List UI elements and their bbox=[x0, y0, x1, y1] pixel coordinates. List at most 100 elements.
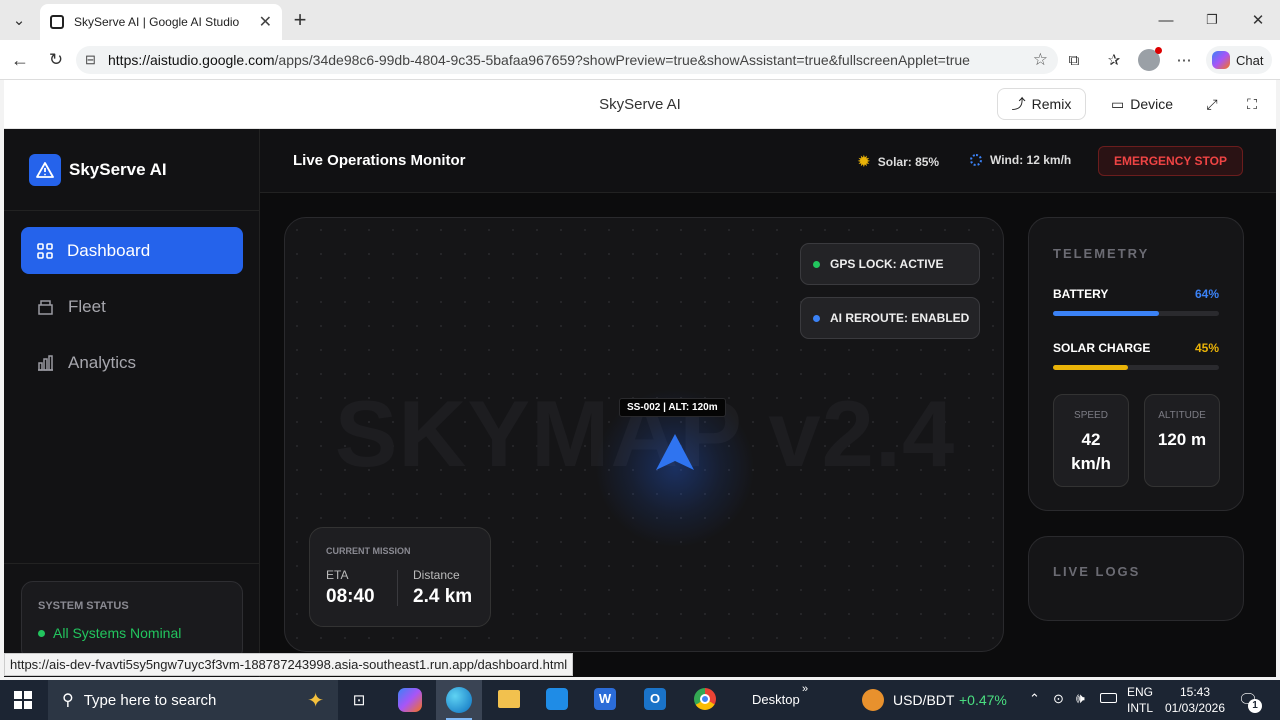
copilot-icon bbox=[1212, 51, 1230, 69]
browser-tab-bar: ⌄ SkyServe AI | Google AI Studio ✕ + — ❐… bbox=[0, 0, 1280, 40]
emergency-stop-button[interactable]: EMERGENCY STOP bbox=[1098, 146, 1243, 176]
battery-bar-track bbox=[1053, 311, 1219, 316]
gps-lock-text: GPS LOCK: ACTIVE bbox=[830, 257, 944, 271]
solar-indicator: ✹ Solar: 85% bbox=[858, 153, 939, 170]
wind-indicator: Wind: 12 km/h bbox=[970, 153, 1071, 167]
reload-icon[interactable]: ↻ bbox=[44, 48, 68, 72]
volume-icon[interactable]: 🕪 bbox=[1076, 690, 1085, 707]
edge-icon bbox=[446, 687, 472, 713]
favorite-star-icon[interactable]: ☆ bbox=[1033, 50, 1048, 70]
speed-value: 42 bbox=[1081, 430, 1101, 449]
file-explorer-icon[interactable] bbox=[498, 690, 520, 708]
tab-list-chevron-icon[interactable]: ⌄ bbox=[6, 8, 32, 32]
status-dot-icon bbox=[38, 629, 45, 637]
ai-studio-favicon-icon bbox=[50, 15, 64, 29]
tab-close-icon[interactable]: ✕ bbox=[259, 12, 272, 32]
currency-pair[interactable]: USD/BDT bbox=[893, 692, 954, 708]
currency-change: +0.47% bbox=[959, 692, 1007, 708]
toolbar-overflow-icon[interactable]: » bbox=[802, 683, 808, 695]
sidebar-divider bbox=[4, 563, 260, 564]
dashboard-grid-icon bbox=[37, 242, 53, 259]
sidebar-item-dashboard[interactable]: Dashboard bbox=[21, 227, 243, 274]
edge-taskbar-button[interactable] bbox=[436, 680, 482, 720]
distance-value: 2.4 km bbox=[413, 586, 473, 607]
word-icon[interactable]: W bbox=[594, 688, 616, 710]
remix-icon: ⤴ bbox=[1011, 96, 1026, 112]
windows-taskbar: ⚲ Type here to search ✦ ⊡ W O Desktop » … bbox=[0, 680, 1280, 720]
distance-label: Distance bbox=[413, 568, 460, 582]
fullscreen-icon[interactable]: ⛶ bbox=[1240, 88, 1264, 120]
resize-icon[interactable]: ⤢ bbox=[1200, 88, 1224, 120]
telemetry-title: TELEMETRY bbox=[1053, 246, 1150, 261]
browser-tab[interactable]: SkyServe AI | Google AI Studio ✕ bbox=[40, 4, 282, 40]
browser-toolbar: ← ↻ ⊟ https://aistudio.google.com/apps/3… bbox=[0, 40, 1280, 80]
telemetry-panel: TELEMETRY BATTERY 64% SOLAR CHARGE 45% S… bbox=[1028, 217, 1244, 511]
clock[interactable]: 15:43 01/03/2026 bbox=[1162, 684, 1228, 716]
profile-avatar-icon[interactable] bbox=[1138, 47, 1162, 71]
live-map[interactable]: SKYMAP v2.4 GPS LOCK: ACTIVE AI REROUTE:… bbox=[284, 217, 1004, 652]
windows-start-icon[interactable] bbox=[14, 691, 32, 709]
top-bar: Live Operations Monitor ✹ Solar: 85% Win… bbox=[260, 129, 1276, 193]
minimize-icon[interactable]: — bbox=[1152, 6, 1180, 34]
sidebar-item-label: Fleet bbox=[68, 296, 106, 316]
search-placeholder: Type here to search bbox=[83, 691, 217, 709]
gps-lock-badge: GPS LOCK: ACTIVE bbox=[800, 243, 980, 285]
live-logs-panel[interactable]: LIVE LOGS bbox=[1028, 536, 1244, 621]
taskbar-search-box[interactable]: ⚲ Type here to search ✦ bbox=[48, 680, 338, 720]
close-window-icon[interactable]: ✕ bbox=[1244, 6, 1272, 34]
device-button[interactable]: ▭ Device bbox=[1102, 88, 1182, 120]
currency-coins-icon bbox=[862, 689, 884, 711]
ai-studio-header: SkyServe AI ⤴ Remix ▭ Device ⤢ ⛶ bbox=[4, 80, 1276, 129]
brand-name: SkyServe AI bbox=[69, 160, 167, 179]
copilot-chat-button[interactable]: Chat bbox=[1206, 46, 1272, 74]
store-icon[interactable] bbox=[546, 688, 568, 710]
ai-reroute-text: AI REROUTE: ENABLED bbox=[830, 311, 970, 325]
new-tab-plus-icon[interactable]: + bbox=[288, 7, 312, 32]
mission-divider bbox=[397, 570, 398, 606]
url-host: https://aistudio.google.com bbox=[108, 52, 275, 68]
input-language[interactable]: ENG INTL bbox=[1127, 684, 1153, 716]
camera-tray-icon[interactable]: ⊙ bbox=[1053, 691, 1064, 707]
sidebar: SkyServe AI Dashboard Fleet Analytics SY… bbox=[4, 129, 260, 677]
back-arrow-icon[interactable]: ← bbox=[8, 48, 32, 72]
current-mission-card: CURRENT MISSION ETA 08:40 Distance 2.4 k… bbox=[309, 527, 491, 627]
outlook-icon[interactable]: O bbox=[644, 688, 666, 710]
fleet-box-icon bbox=[38, 299, 53, 315]
solar-charge-label: SOLAR CHARGE bbox=[1053, 341, 1151, 355]
solar-bar-track bbox=[1053, 365, 1219, 370]
restore-icon[interactable]: ❐ bbox=[1198, 6, 1226, 34]
drone-arrow-icon[interactable] bbox=[654, 432, 696, 472]
solar-bar-fill bbox=[1053, 365, 1128, 370]
remix-button[interactable]: ⤴ Remix bbox=[997, 88, 1086, 120]
system-status-value: All Systems Nominal bbox=[53, 625, 182, 641]
copilot-taskbar-icon[interactable] bbox=[398, 688, 422, 712]
sidebar-item-analytics[interactable]: Analytics bbox=[21, 339, 243, 386]
altitude-card: ALTITUDE 120 m bbox=[1144, 394, 1220, 487]
eta-value: 08:40 bbox=[326, 586, 375, 607]
chat-label: Chat bbox=[1236, 52, 1264, 68]
clock-date: 01/03/2026 bbox=[1164, 701, 1226, 715]
notification-count-badge: 1 bbox=[1248, 699, 1262, 713]
task-view-icon[interactable]: ⊡ bbox=[346, 688, 372, 712]
address-bar[interactable]: ⊟ https://aistudio.google.com/apps/34de9… bbox=[76, 46, 1058, 74]
device-icon: ▭ bbox=[1110, 95, 1125, 112]
system-status-card: SYSTEM STATUS All Systems Nominal bbox=[21, 581, 243, 661]
speed-card: SPEED 42 km/h bbox=[1053, 394, 1129, 487]
more-menu-icon[interactable]: ⋯ bbox=[1172, 48, 1196, 72]
chrome-icon[interactable] bbox=[694, 688, 716, 710]
tray-chevron-icon[interactable]: ⌃ bbox=[1029, 691, 1040, 707]
extensions-icon[interactable]: ⧉ bbox=[1062, 48, 1086, 72]
battery-tray-icon[interactable] bbox=[1100, 693, 1117, 703]
brand: SkyServe AI bbox=[29, 154, 167, 186]
site-info-icon[interactable]: ⊟ bbox=[85, 52, 96, 68]
desktop-toolbar-label[interactable]: Desktop bbox=[752, 692, 800, 707]
warning-triangle-logo-icon bbox=[29, 154, 61, 186]
system-status-row: All Systems Nominal bbox=[38, 625, 181, 641]
live-logs-title: LIVE LOGS bbox=[1053, 564, 1141, 579]
wind-value: Wind: 12 km/h bbox=[990, 153, 1072, 167]
language-secondary: INTL bbox=[1127, 701, 1154, 715]
sidebar-item-fleet[interactable]: Fleet bbox=[21, 283, 243, 330]
language-primary: ENG bbox=[1127, 685, 1154, 699]
wind-spinner-icon bbox=[970, 154, 982, 166]
favorites-icon[interactable]: ✰ bbox=[1102, 48, 1126, 72]
